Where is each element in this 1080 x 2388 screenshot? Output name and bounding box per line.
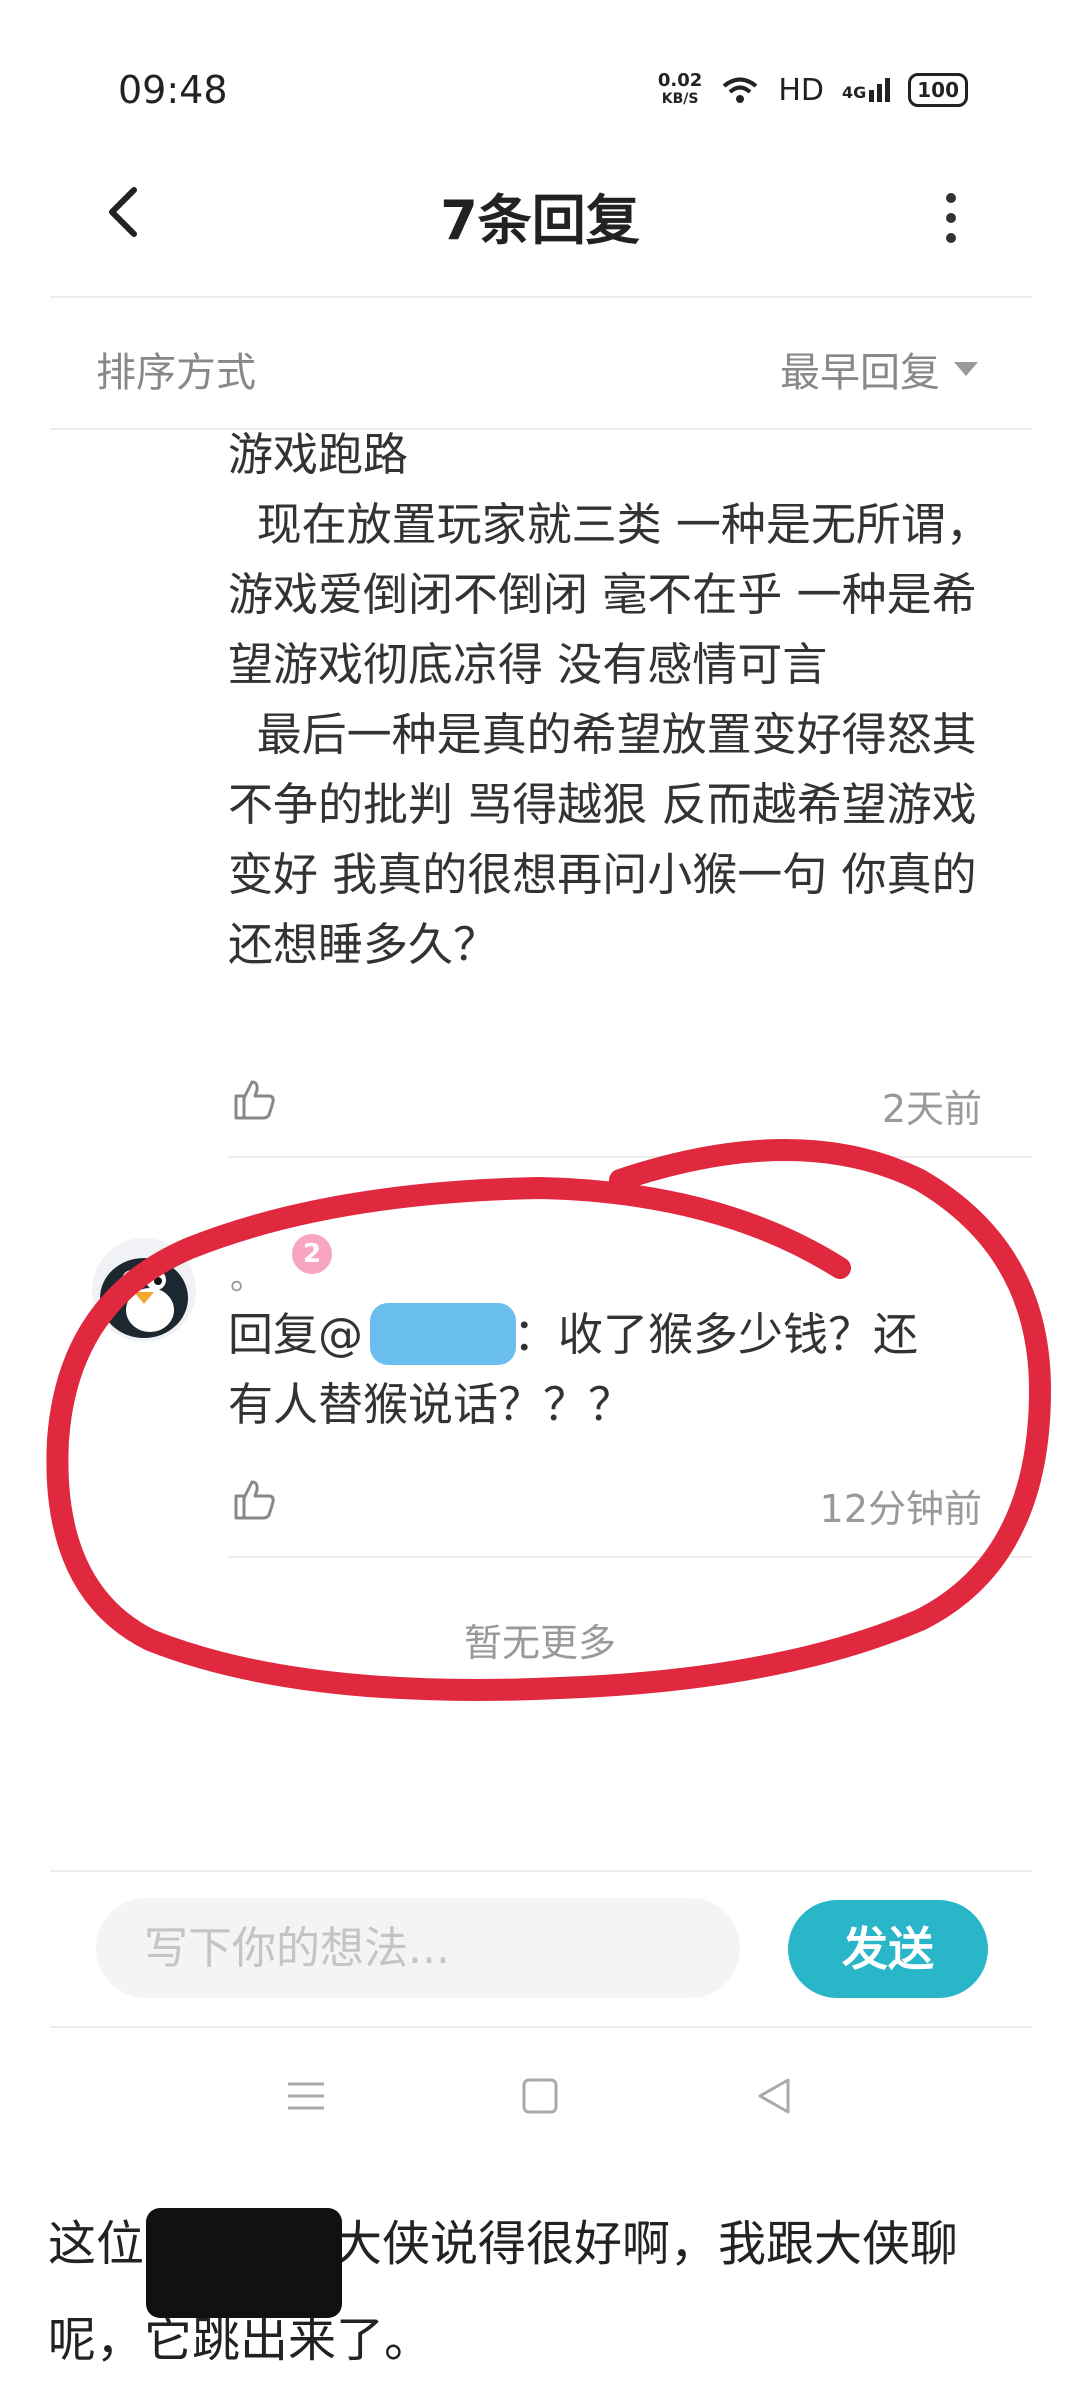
comment-time: 2天前 [881,1087,982,1131]
signal-icon: 4G [842,78,891,102]
no-more-label: 暂无更多 [463,1621,616,1665]
more-vertical-icon[interactable] [936,188,966,248]
caption-rest: 大侠说得很好啊，我跟大侠聊 [334,2216,959,2272]
redacted-mention [370,1303,516,1365]
status-icons: 0.02 KB/S HD 4G 100 [658,72,968,108]
reply-time: 12分钟前 [819,1487,982,1531]
hd-label: HD [778,72,824,108]
level-badge: 2 [292,1234,332,1274]
wifi-icon [723,77,758,103]
page-title: 7条回复 [440,189,640,252]
caption-prefix: 这位 [48,2216,145,2272]
header-divider [50,296,1032,298]
sort-label: 排序方式 [96,350,256,396]
sort-value: 最早回复 [780,350,940,396]
network-speed: 0.02 KB/S [657,70,703,108]
redaction-block [146,2208,342,2318]
battery-icon: 100 [908,73,968,107]
reply-text-line2: 有人替猴说话？？？ [228,1378,634,1431]
reply-text: ：收了猴多少钱？还 [513,1308,919,1361]
thumbs-up-icon[interactable] [230,1476,278,1524]
input-bottom-divider [50,2026,1032,2028]
comment-body: 游戏跑路 现在放置玩家就三类 一种是无所谓，游戏爱倒闭不倒闭 毫不在乎 一种是希… [228,428,991,971]
input-top-divider [50,1870,1032,1872]
comment-input[interactable] [96,1898,740,1998]
penguin-avatar-icon [100,1258,188,1338]
avatar[interactable] [92,1238,196,1342]
reply-divider [228,1556,1032,1558]
sort-dropdown[interactable]: 最早回复 [780,340,978,398]
home-icon[interactable] [518,2074,562,2118]
back-triangle-icon[interactable] [752,2074,796,2118]
username[interactable]: 。 [230,1250,264,1299]
caption-line2: 呢，它跳出来了。 [48,2312,433,2368]
dropdown-triangle-icon [954,362,978,376]
thumbs-up-icon[interactable] [230,1076,278,1124]
status-time: 09:48 [118,68,228,112]
menu-icon[interactable] [284,2074,328,2118]
comment-divider [228,1156,1032,1158]
reply-body: 回复@ ：收了猴多少钱？还有人替猴说话？？？ [228,1300,1008,1440]
reply-prefix: 回复@ [228,1308,364,1361]
send-button[interactable]: 发送 [788,1900,988,1998]
